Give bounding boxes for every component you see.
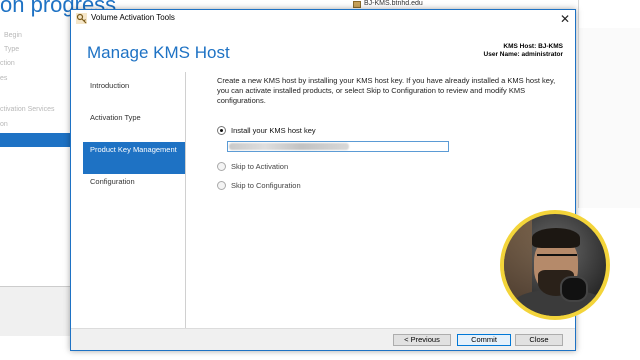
bg-host-name: BJ-KMS.btnhd.edu bbox=[364, 0, 423, 7]
webcam-person-hair bbox=[532, 228, 580, 248]
skip-activation-label: Skip to Activation bbox=[231, 161, 289, 171]
bg-sidebar-selected bbox=[0, 133, 70, 147]
nav-item-introduction[interactable]: Introduction bbox=[83, 80, 185, 104]
close-icon[interactable]: ✕ bbox=[557, 11, 573, 27]
bg-sidebar-item: ctivation Services bbox=[0, 106, 55, 113]
blurred-key bbox=[229, 143, 349, 150]
skip-configuration-label: Skip to Configuration bbox=[231, 180, 301, 190]
install-key-label: Install your KMS host key bbox=[231, 125, 316, 135]
close-button[interactable]: Close bbox=[515, 334, 563, 346]
bg-sidebar-item: ction bbox=[0, 60, 15, 67]
previous-button[interactable]: < Previous bbox=[393, 334, 451, 346]
skip-activation-option[interactable]: Skip to Activation bbox=[217, 160, 288, 172]
skip-configuration-option[interactable]: Skip to Configuration bbox=[217, 179, 301, 191]
webcam-overlay bbox=[500, 210, 610, 320]
description-text: Create a new KMS host by installing your… bbox=[217, 76, 556, 105]
radio-unselected-icon[interactable] bbox=[217, 161, 226, 171]
volume-activation-dialog: Volume Activation Tools ✕ Manage KMS Hos… bbox=[70, 9, 576, 351]
commit-button[interactable]: Commit bbox=[457, 334, 511, 346]
bg-sidebar-item: Type bbox=[4, 46, 20, 53]
bg-sidebar-item: on bbox=[0, 121, 8, 128]
radio-unselected-icon[interactable] bbox=[217, 180, 226, 190]
radio-selected-icon[interactable] bbox=[217, 125, 226, 135]
bg-sidebar-item: es bbox=[0, 75, 8, 82]
nav-item-configuration[interactable]: Configuration bbox=[83, 176, 185, 200]
bg-panel bbox=[0, 286, 70, 336]
page-title: Manage KMS Host bbox=[87, 43, 230, 62]
dialog-title: Volume Activation Tools bbox=[91, 13, 175, 22]
wizard-nav: Introduction Activation Type Product Key… bbox=[83, 70, 185, 334]
bg-right-panel bbox=[578, 28, 640, 208]
microphone-icon bbox=[560, 276, 588, 302]
dialog-titlebar[interactable]: Volume Activation Tools ✕ bbox=[71, 10, 575, 28]
key-app-icon bbox=[76, 13, 87, 24]
content-panel: Create a new KMS host by installing your… bbox=[217, 76, 561, 106]
host-info: KMS Host: BJ-KMS User Name: administrato… bbox=[484, 43, 563, 59]
user-name-label: User Name: administrator bbox=[483, 51, 563, 58]
install-key-option[interactable]: Install your KMS host key bbox=[217, 124, 316, 136]
webcam-person-glasses bbox=[537, 254, 577, 262]
nav-item-activation-type[interactable]: Activation Type bbox=[83, 112, 185, 136]
server-icon bbox=[353, 1, 361, 8]
nav-item-product-key-management[interactable]: Product Key Management bbox=[83, 142, 185, 174]
nav-divider bbox=[185, 72, 186, 334]
bg-divider bbox=[578, 0, 579, 28]
kms-host-label: KMS Host: BJ-KMS bbox=[503, 43, 563, 50]
bg-sidebar-item: Begin bbox=[4, 32, 22, 39]
